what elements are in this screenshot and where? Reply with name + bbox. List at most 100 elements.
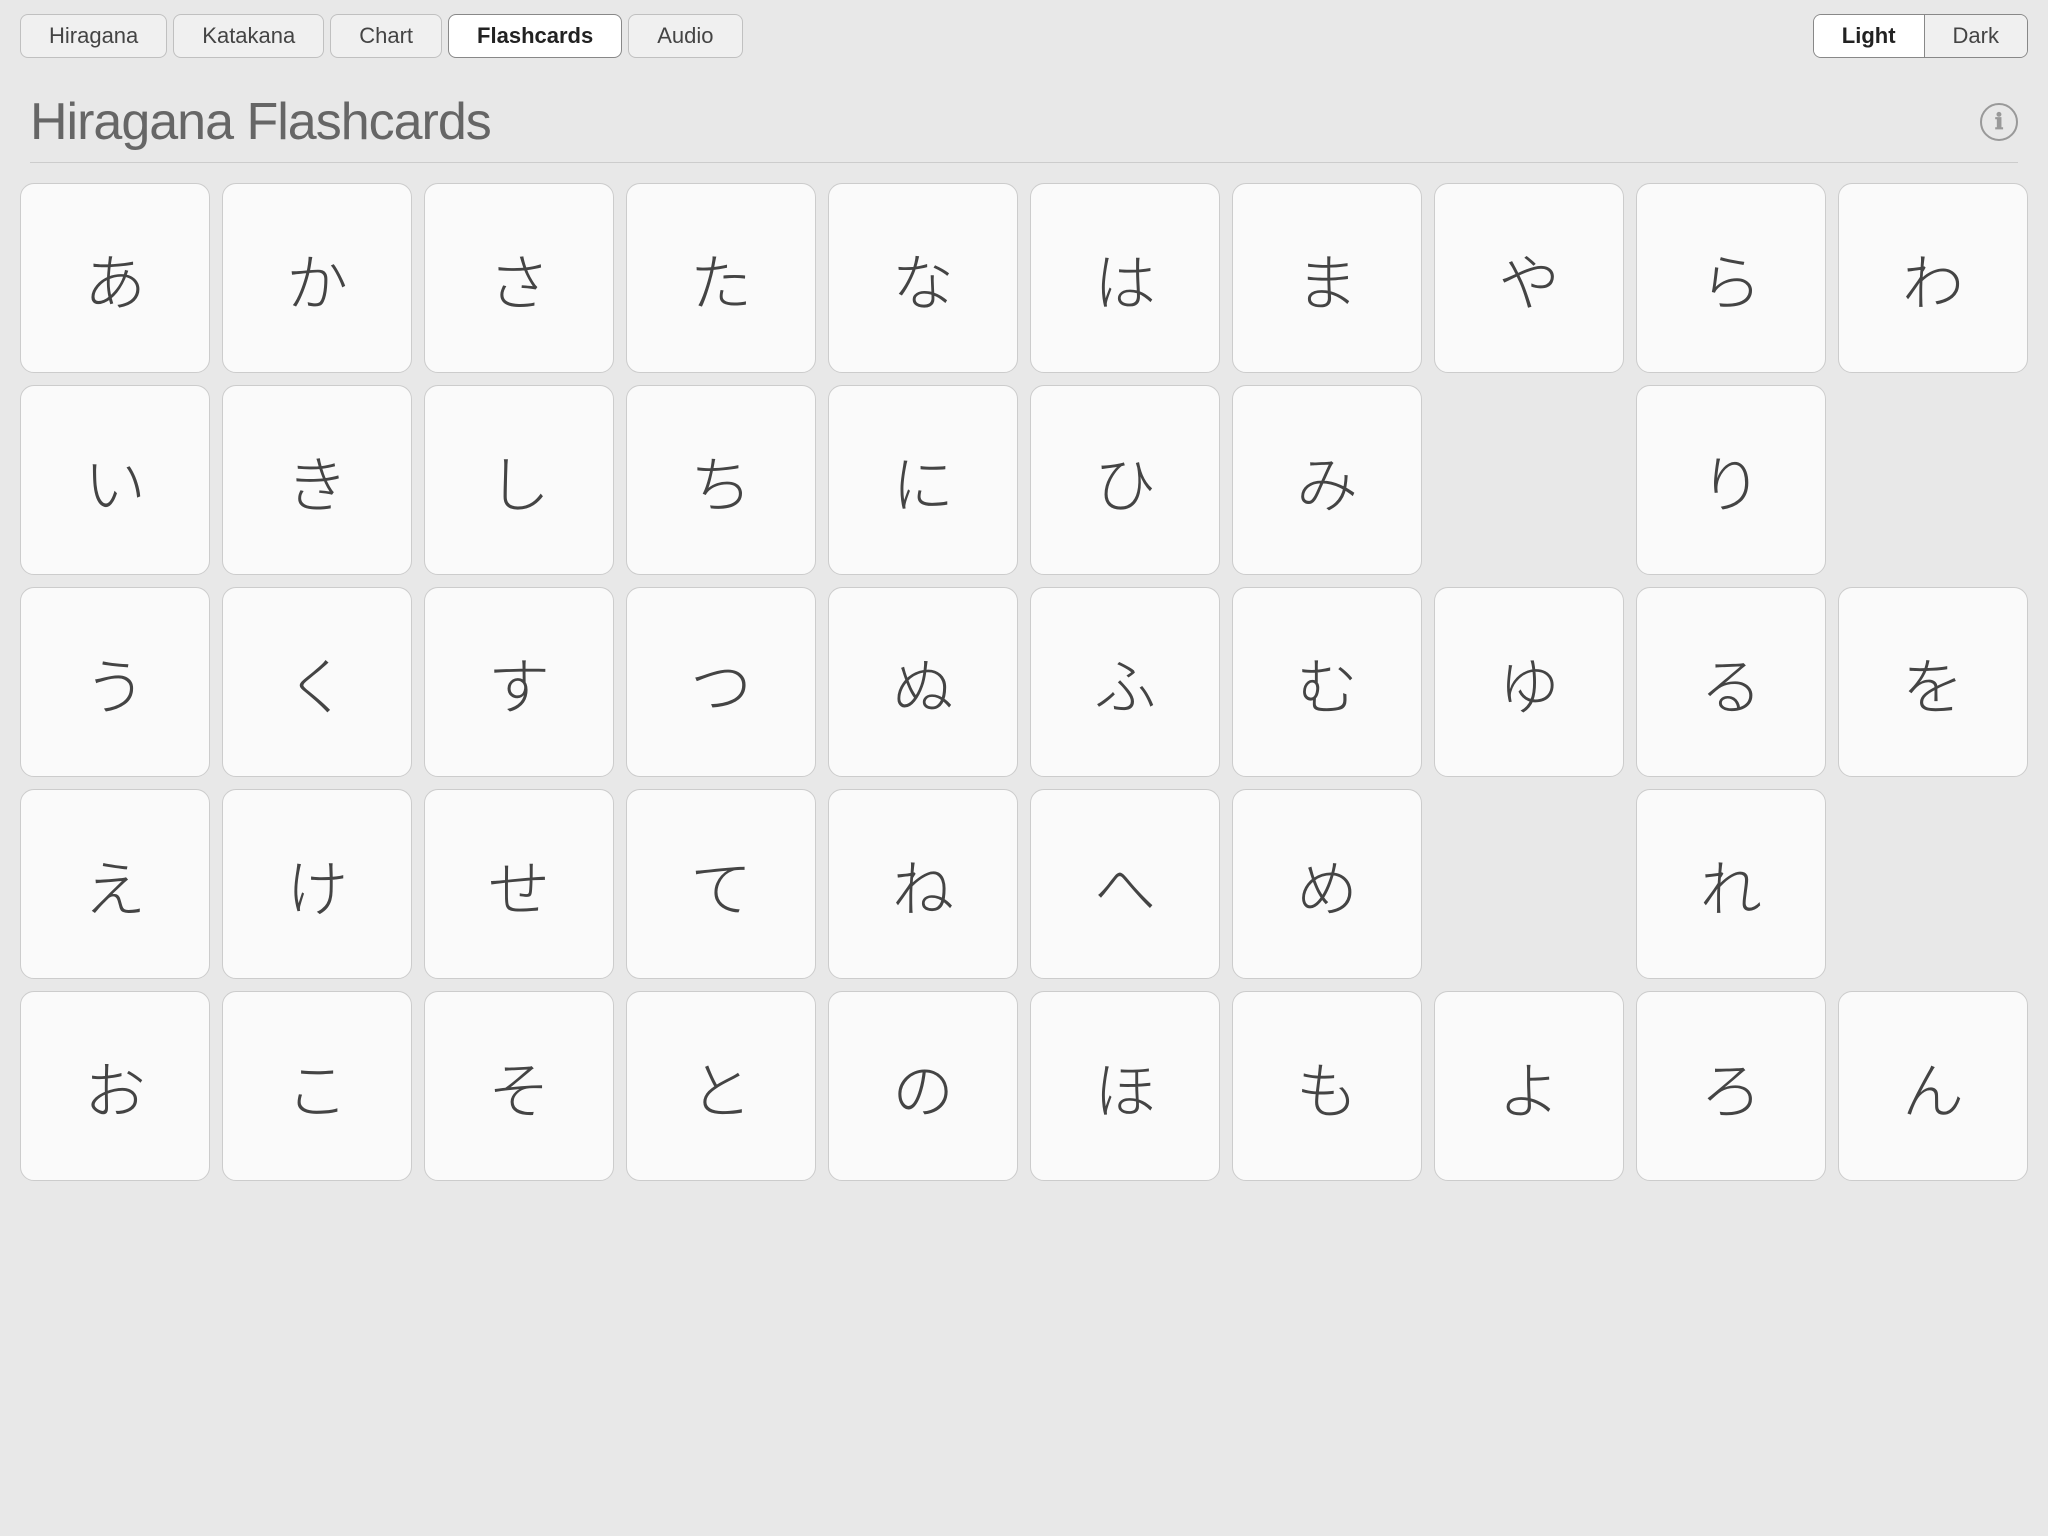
flashcard-character: も: [1296, 1055, 1358, 1117]
flashcard-と[interactable]: と: [626, 991, 816, 1181]
tab-hiragana[interactable]: Hiragana: [20, 14, 167, 58]
flashcard-character: は: [1094, 247, 1156, 309]
flashcard-character: へ: [1094, 853, 1156, 915]
flashcard-た[interactable]: た: [626, 183, 816, 373]
flashcard-え[interactable]: え: [20, 789, 210, 979]
flashcard-わ[interactable]: わ: [1838, 183, 2028, 373]
flashcard-character: ふ: [1094, 651, 1156, 713]
flashcard-に[interactable]: に: [828, 385, 1018, 575]
info-icon[interactable]: ℹ: [1980, 103, 2018, 141]
nav-tab-group: Hiragana Katakana Chart Flashcards Audio: [20, 14, 743, 58]
flashcard-あ[interactable]: あ: [20, 183, 210, 373]
flashcard-character: し: [488, 449, 550, 511]
flashcard-ん[interactable]: ん: [1838, 991, 2028, 1181]
flashcard-character: お: [84, 1055, 146, 1117]
flashcard-ね[interactable]: ね: [828, 789, 1018, 979]
flashcard-ひ[interactable]: ひ: [1030, 385, 1220, 575]
flashcard-し[interactable]: し: [424, 385, 614, 575]
flashcard-character: ろ: [1700, 1055, 1762, 1117]
flashcard-empty: [1838, 385, 2028, 575]
flashcard-み[interactable]: み: [1232, 385, 1422, 575]
flashcard-character: ま: [1296, 247, 1358, 309]
flashcard-せ[interactable]: せ: [424, 789, 614, 979]
theme-toggle-group: Light Dark: [1813, 14, 2028, 58]
flashcard-む[interactable]: む: [1232, 587, 1422, 777]
flashcard-お[interactable]: お: [20, 991, 210, 1181]
flashcard-よ[interactable]: よ: [1434, 991, 1624, 1181]
flashcard-り[interactable]: り: [1636, 385, 1826, 575]
flashcard-い[interactable]: い: [20, 385, 210, 575]
flashcard-ぬ[interactable]: ぬ: [828, 587, 1018, 777]
top-navigation: Hiragana Katakana Chart Flashcards Audio…: [0, 0, 2048, 72]
flashcard-character: さ: [488, 247, 550, 309]
tab-katakana[interactable]: Katakana: [173, 14, 324, 58]
flashcard-character: え: [84, 853, 146, 915]
flashcard-ゆ[interactable]: ゆ: [1434, 587, 1624, 777]
flashcard-る[interactable]: る: [1636, 587, 1826, 777]
flashcard-ら[interactable]: ら: [1636, 183, 1826, 373]
flashcard-ろ[interactable]: ろ: [1636, 991, 1826, 1181]
flashcard-character: き: [286, 449, 348, 511]
flashcard-character: や: [1498, 247, 1560, 309]
flashcard-character: と: [690, 1055, 752, 1117]
flashcard-な[interactable]: な: [828, 183, 1018, 373]
flashcard-ふ[interactable]: ふ: [1030, 587, 1220, 777]
flashcard-empty: [1838, 789, 2028, 979]
tab-chart[interactable]: Chart: [330, 14, 442, 58]
flashcard-こ[interactable]: こ: [222, 991, 412, 1181]
flashcard-character: ぬ: [892, 651, 954, 713]
flashcard-grid: あ か さ た な は ま や ら わい き し ち に ひ み りう く す つ ぬ ふ む ゆるをえ け せ て ね へ め れお こ そ と…: [0, 183, 2048, 1201]
flashcard-character: す: [488, 651, 550, 713]
flashcard-character: ち: [690, 449, 752, 511]
flashcard-character: こ: [286, 1055, 348, 1117]
flashcard-empty: [1434, 385, 1624, 575]
flashcard-character: か: [286, 247, 348, 309]
flashcard-character: に: [892, 449, 954, 511]
flashcard-れ[interactable]: れ: [1636, 789, 1826, 979]
flashcard-は[interactable]: は: [1030, 183, 1220, 373]
flashcard-character: あ: [84, 247, 146, 309]
flashcard-character: ん: [1902, 1055, 1964, 1117]
flashcard-つ[interactable]: つ: [626, 587, 816, 777]
page-header: Hiragana Flashcards ℹ: [0, 72, 2048, 162]
flashcard-character: り: [1700, 449, 1762, 511]
flashcard-character: よ: [1498, 1055, 1560, 1117]
flashcard-や[interactable]: や: [1434, 183, 1624, 373]
flashcard-character: て: [690, 853, 752, 915]
flashcard-か[interactable]: か: [222, 183, 412, 373]
flashcard-character: せ: [488, 853, 550, 915]
flashcard-character: な: [892, 247, 954, 309]
flashcard-も[interactable]: も: [1232, 991, 1422, 1181]
flashcard-character: ら: [1700, 247, 1762, 309]
flashcard-ち[interactable]: ち: [626, 385, 816, 575]
flashcard-き[interactable]: き: [222, 385, 412, 575]
flashcard-ま[interactable]: ま: [1232, 183, 1422, 373]
theme-light-button[interactable]: Light: [1814, 15, 1924, 57]
flashcard-て[interactable]: て: [626, 789, 816, 979]
tab-audio[interactable]: Audio: [628, 14, 742, 58]
flashcard-character: み: [1296, 449, 1358, 511]
flashcard-character: う: [84, 651, 146, 713]
flashcard-く[interactable]: く: [222, 587, 412, 777]
flashcard-character: け: [286, 853, 348, 915]
tab-flashcards[interactable]: Flashcards: [448, 14, 622, 58]
flashcard-す[interactable]: す: [424, 587, 614, 777]
flashcard-を[interactable]: を: [1838, 587, 2028, 777]
page-title: Hiragana Flashcards: [30, 92, 491, 152]
flashcard-character: た: [690, 247, 752, 309]
flashcard-け[interactable]: け: [222, 789, 412, 979]
flashcard-character: の: [892, 1055, 954, 1117]
flashcard-ほ[interactable]: ほ: [1030, 991, 1220, 1181]
flashcard-め[interactable]: め: [1232, 789, 1422, 979]
flashcard-character: ね: [892, 853, 954, 915]
flashcard-character: わ: [1902, 247, 1964, 309]
flashcard-の[interactable]: の: [828, 991, 1018, 1181]
flashcard-character: そ: [488, 1055, 550, 1117]
flashcard-character: ほ: [1094, 1055, 1156, 1117]
theme-dark-button[interactable]: Dark: [1924, 15, 2027, 57]
flashcard-そ[interactable]: そ: [424, 991, 614, 1181]
flashcard-character: む: [1296, 651, 1358, 713]
flashcard-う[interactable]: う: [20, 587, 210, 777]
flashcard-さ[interactable]: さ: [424, 183, 614, 373]
flashcard-へ[interactable]: へ: [1030, 789, 1220, 979]
